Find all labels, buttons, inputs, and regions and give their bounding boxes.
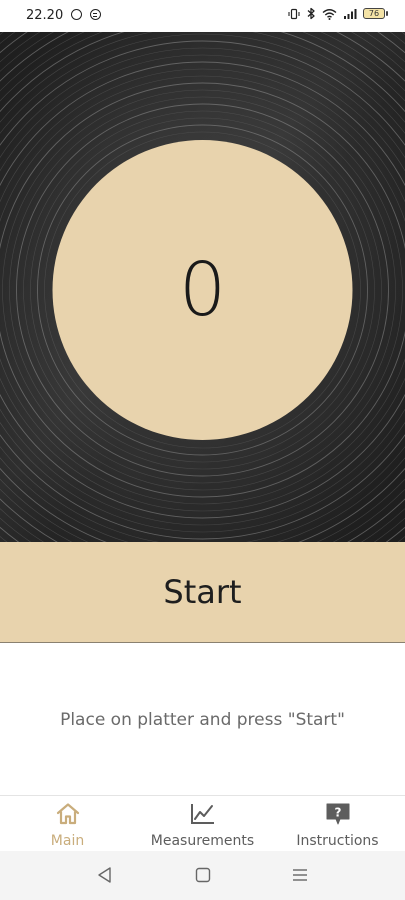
rpm-counter: 0 <box>178 247 227 333</box>
line-chart-icon <box>190 804 214 824</box>
nav-item-main[interactable]: Main <box>0 796 135 852</box>
status-bar: 22.20 76 <box>0 0 405 32</box>
back-icon[interactable] <box>96 865 116 885</box>
status-time: 22.20 <box>26 8 64 23</box>
vinyl-record: 0 <box>0 32 405 542</box>
nav-label-main: Main <box>50 833 85 849</box>
home-icon <box>56 803 79 825</box>
whatsapp-icon <box>71 9 82 20</box>
nav-label-instructions: Instructions <box>296 833 379 849</box>
bluetooth-icon <box>307 7 315 20</box>
system-navigation-bar <box>0 851 405 900</box>
svg-text:?: ? <box>334 806 341 820</box>
start-button[interactable]: Start <box>0 542 405 643</box>
vibrate-icon <box>288 8 300 19</box>
instruction-text: Place on platter and press "Start" <box>60 710 345 730</box>
nav-label-measurements: Measurements <box>150 833 255 849</box>
messenger-icon <box>90 9 101 20</box>
nav-item-instructions[interactable]: ? Instructions <box>270 796 405 852</box>
help-bubble-icon: ? <box>326 803 349 825</box>
recents-menu-icon[interactable] <box>290 865 310 885</box>
screen: 22.20 76 0 Start Place on platter and pr… <box>0 0 405 900</box>
battery-icon: 76 <box>363 8 388 19</box>
status-icons: 76 <box>288 7 388 20</box>
bottom-navigation: Main Measurements ? Instructions <box>0 795 405 852</box>
signal-icon <box>344 8 357 19</box>
wifi-icon <box>322 8 337 20</box>
nav-item-measurements[interactable]: Measurements <box>135 796 270 852</box>
home-square-icon[interactable] <box>193 865 213 885</box>
